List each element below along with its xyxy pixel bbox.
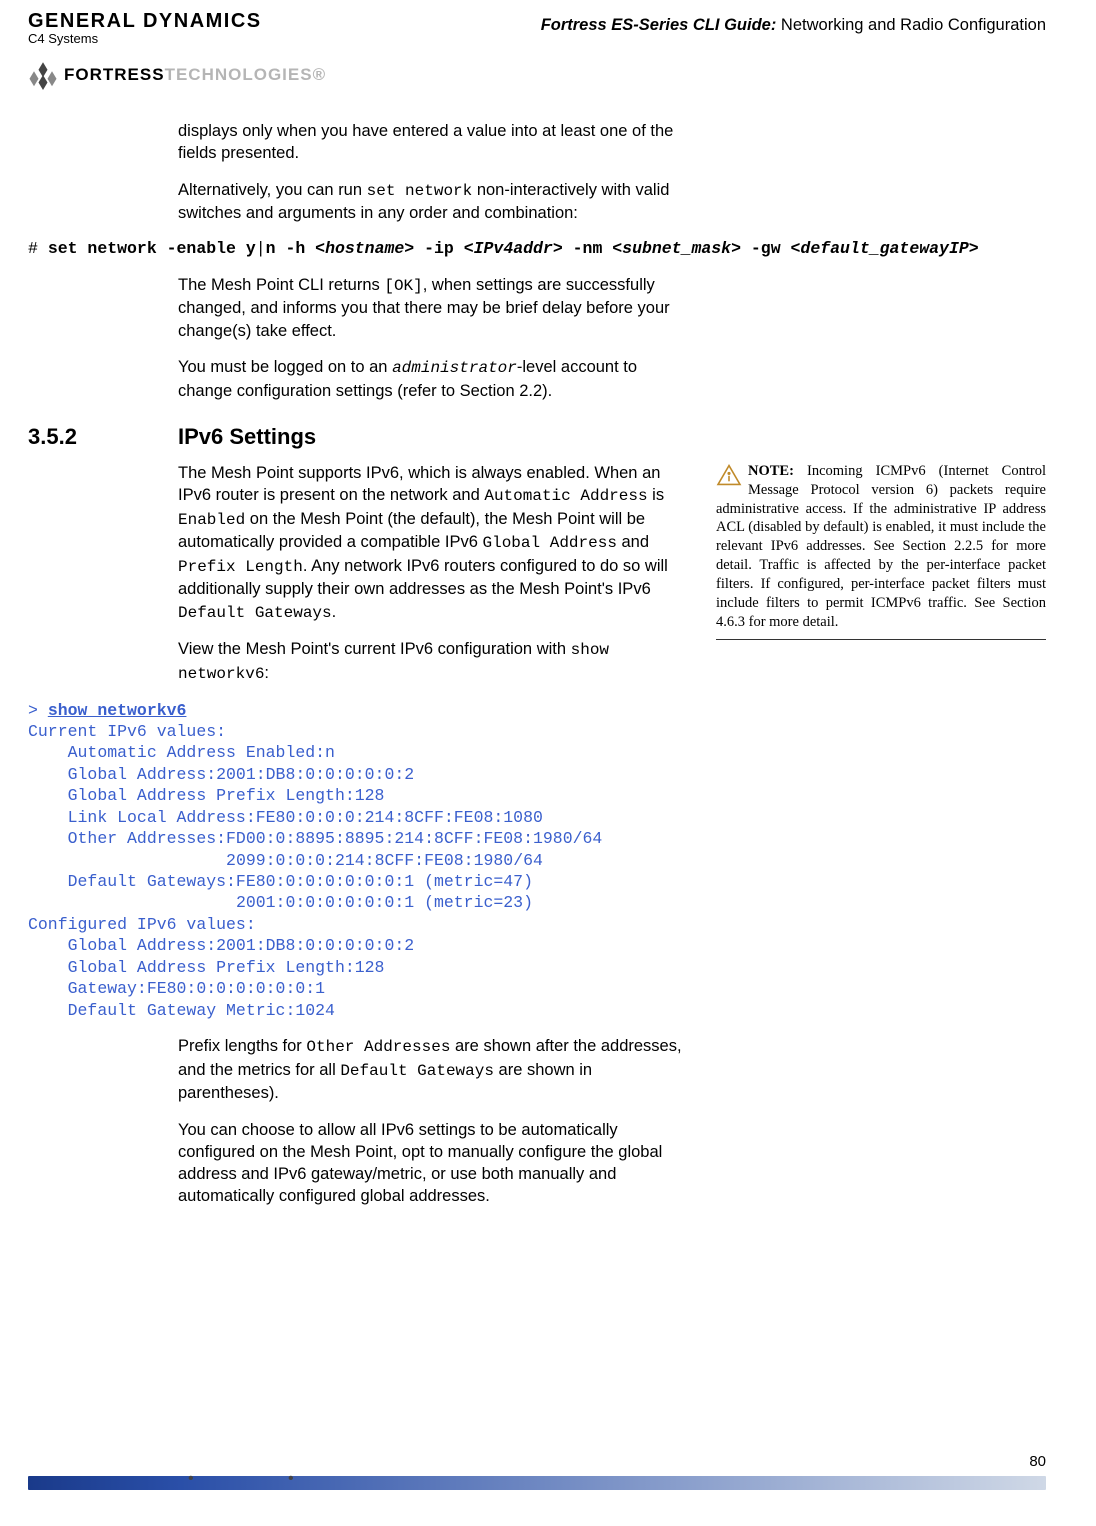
text: .: [332, 603, 337, 621]
side-note: NOTE: Incoming ICMPv6 (Internet Control …: [688, 462, 1046, 641]
text: is: [648, 486, 665, 504]
fortress-text-bold: FORTRESS: [64, 65, 165, 85]
warning-icon: [716, 464, 742, 486]
note-text: Incoming ICMPv6 (Internet Control Messag…: [716, 463, 1046, 630]
cli-prompt: >: [28, 701, 48, 720]
logo-c4systems: C4 Systems: [28, 31, 262, 46]
inline-code: set network: [367, 182, 473, 200]
cli-command: show networkv6: [48, 701, 187, 720]
text: :: [264, 664, 269, 682]
section-heading: 3.5.2 IPv6 Settings: [28, 424, 1046, 450]
section-title: IPv6 Settings: [178, 424, 316, 450]
fortress-logo-row: FORTRESSTECHNOLOGIES®: [28, 60, 1046, 90]
fortress-text-gray: TECHNOLOGIES®: [165, 65, 327, 85]
doc-title-bold: Fortress ES-Series CLI Guide:: [541, 16, 777, 34]
paragraph: View the Mesh Point's current IPv6 confi…: [178, 638, 688, 685]
note-label: NOTE:: [748, 463, 794, 479]
inline-code: [OK]: [384, 277, 422, 295]
paragraph: The Mesh Point supports IPv6, which is a…: [178, 462, 688, 625]
inline-code: administrator: [392, 359, 517, 377]
paragraph: Prefix lengths for Other Addresses are s…: [178, 1035, 688, 1104]
note-divider: [716, 639, 1046, 640]
paragraph: You can choose to allow all IPv6 setting…: [178, 1119, 688, 1208]
brand-logo: GENERAL DYNAMICS C4 Systems: [28, 10, 262, 46]
command-block: # set network -enable y|n -h <hostname> …: [28, 238, 1046, 259]
inline-code: Enabled: [178, 511, 245, 529]
doc-title: Fortress ES-Series CLI Guide: Networking…: [541, 16, 1046, 35]
text: and: [617, 533, 649, 551]
paragraph: You must be logged on to an administrato…: [178, 356, 688, 402]
logo-generaldynamics: GENERAL DYNAMICS: [28, 10, 262, 33]
text: The Mesh Point CLI returns: [178, 276, 384, 294]
cli-output-block: > show networkv6 Current IPv6 values: Au…: [28, 700, 688, 1022]
text: You must be logged on to an: [178, 358, 392, 376]
doc-title-rest: Networking and Radio Configuration: [776, 16, 1046, 34]
paragraph: displays only when you have entered a va…: [178, 120, 688, 165]
paragraph: The Mesh Point CLI returns [OK], when se…: [178, 274, 688, 342]
footer-bar: • •: [28, 1476, 1046, 1490]
footer-dot: •: [188, 1470, 194, 1488]
inline-code: Automatic Address: [484, 487, 647, 505]
inline-code: Default Gateways: [178, 604, 332, 622]
cli-output: Current IPv6 values: Automatic Address E…: [28, 722, 602, 1020]
inline-code: Default Gateways: [340, 1062, 494, 1080]
section-number: 3.5.2: [28, 424, 178, 450]
paragraph: Alternatively, you can run set network n…: [178, 179, 688, 225]
text: Prefix lengths for: [178, 1037, 306, 1055]
inline-code: Prefix Length: [178, 558, 303, 576]
inline-code: Other Addresses: [306, 1038, 450, 1056]
text: Alternatively, you can run: [178, 181, 367, 199]
inline-code: Global Address: [483, 534, 617, 552]
footer-dot: •: [288, 1470, 294, 1488]
text: View the Mesh Point's current IPv6 confi…: [178, 640, 571, 658]
fortress-icon: [28, 60, 58, 90]
page-number: 80: [1029, 1453, 1046, 1470]
